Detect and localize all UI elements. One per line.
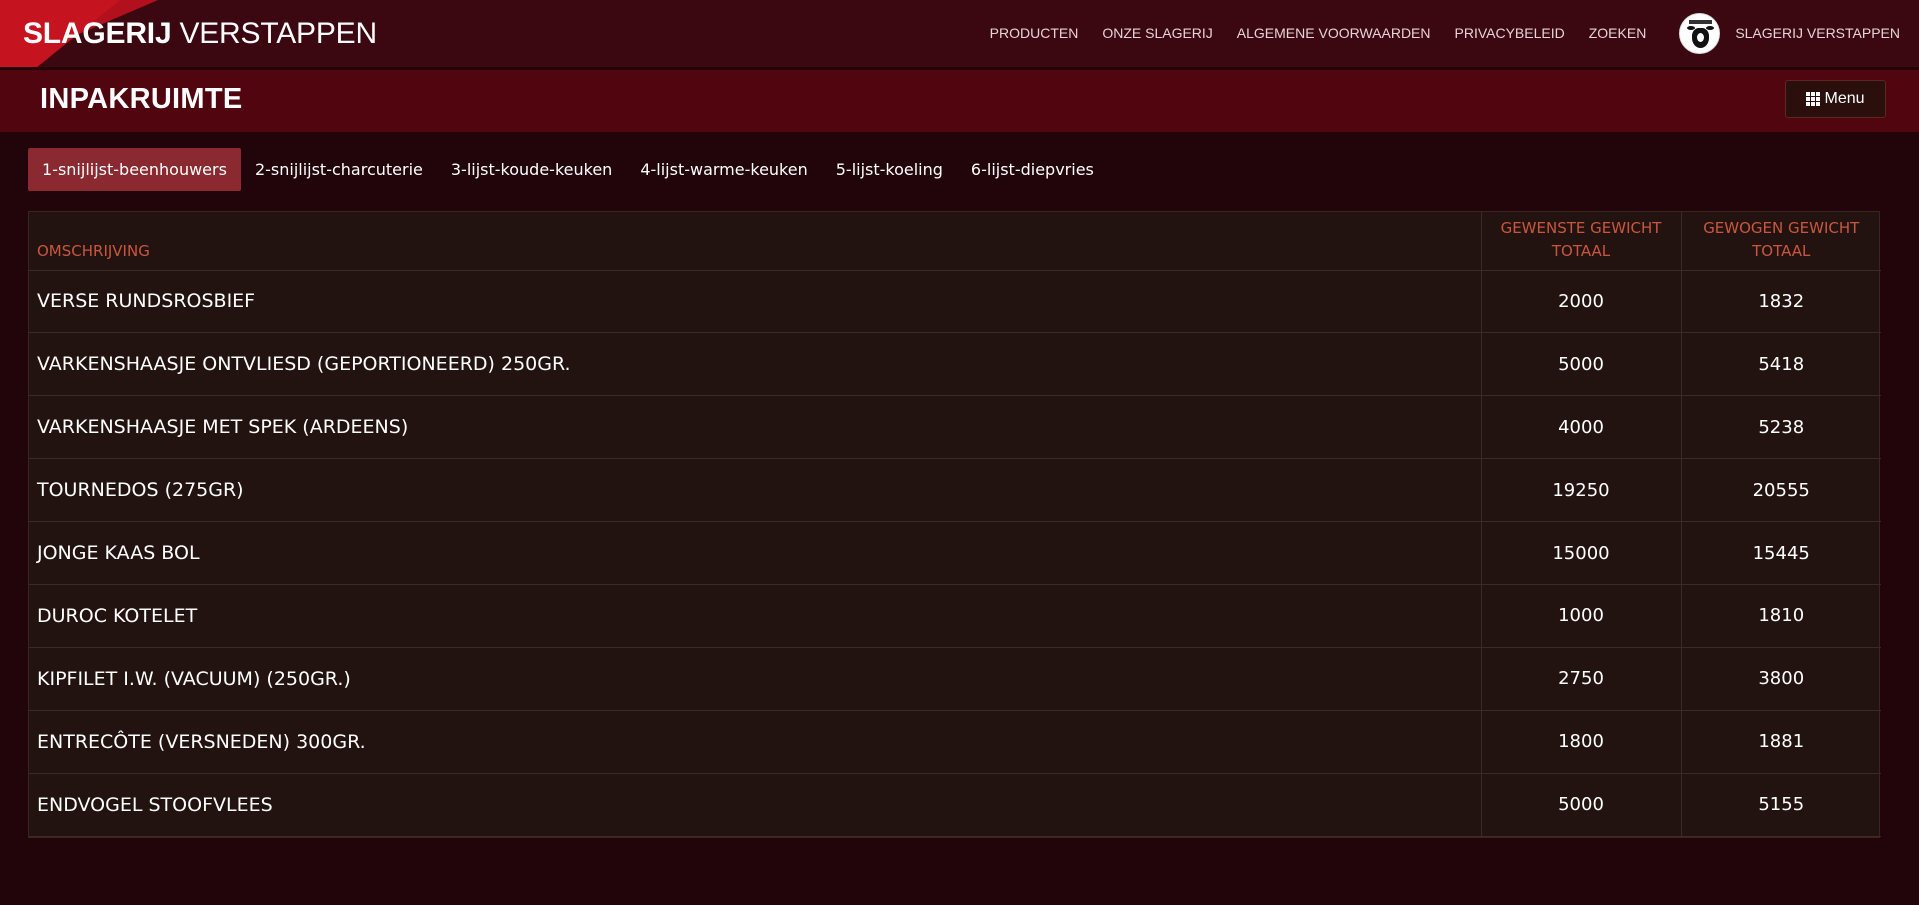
weights-table: OMSCHRIJVING GEWENSTE GEWICHT TOTAAL GEW…	[29, 212, 1881, 837]
table-row: JONGE KAAS BOL 15000 15445	[29, 521, 1881, 585]
cell-description: TOURNEDOS (275GR)	[29, 458, 1481, 523]
nav-link-onze-slagerij[interactable]: ONZE SLAGERIJ	[1102, 25, 1212, 41]
table-row: VARKENSHAASJE MET SPEK (ARDEENS) 4000 52…	[29, 395, 1881, 460]
list-tabs: 1-snijlijst-beenhouwers 2-snijlijst-char…	[28, 148, 1108, 191]
cell-desired-weight: 2000	[1480, 270, 1681, 334]
table-row: ENTRECÔTE (VERSNEDEN) 300GR. 1800 1881	[29, 710, 1881, 774]
cell-weighed-weight: 5155	[1680, 773, 1881, 837]
brand-name-strong: SLAGERIJ	[23, 17, 172, 50]
top-navbar: SLAGERIJ VERSTAPPEN PRODUCTEN ONZE SLAGE…	[0, 0, 1919, 68]
nav-link-zoeken[interactable]: ZOEKEN	[1589, 25, 1647, 41]
cell-desired-weight: 19250	[1480, 458, 1681, 523]
table-row: ENDVOGEL STOOFVLEES 5000 5155	[29, 773, 1881, 837]
header-gewenste-gewicht[interactable]: GEWENSTE GEWICHT TOTAAL	[1480, 212, 1681, 271]
cell-weighed-weight: 1832	[1680, 270, 1881, 334]
header-omschrijving[interactable]: OMSCHRIJVING	[29, 212, 1481, 271]
table-row: TOURNEDOS (275GR) 19250 20555	[29, 458, 1881, 523]
table-row: VERSE RUNDSROSBIEF 2000 1832	[29, 270, 1881, 334]
cell-weighed-weight: 1810	[1680, 584, 1881, 648]
table-row: VARKENSHAASJE ONTVLIESD (GEPORTIONEERD) …	[29, 332, 1881, 397]
cell-description: DUROC KOTELET	[29, 584, 1481, 648]
page-title: INPAKRUIMTE	[40, 83, 243, 115]
tab-snijlijst-beenhouwers[interactable]: 1-snijlijst-beenhouwers	[28, 148, 241, 191]
cell-desired-weight: 15000	[1480, 521, 1681, 585]
table-row: KIPFILET I.W. (VACUUM) (250GR.) 2750 380…	[29, 647, 1881, 711]
menu-button[interactable]: Menu	[1785, 80, 1886, 118]
tab-lijst-koude-keuken[interactable]: 3-lijst-koude-keuken	[437, 148, 626, 191]
tab-lijst-warme-keuken[interactable]: 4-lijst-warme-keuken	[626, 148, 821, 191]
menu-button-label: Menu	[1824, 90, 1865, 107]
cell-description: KIPFILET I.W. (VACUUM) (250GR.)	[29, 647, 1481, 711]
tab-snijlijst-charcuterie[interactable]: 2-snijlijst-charcuterie	[241, 148, 437, 191]
header-gewogen-gewicht[interactable]: GEWOGEN GEWICHT TOTAAL	[1680, 212, 1881, 271]
grid-icon	[1806, 92, 1821, 106]
user-menu[interactable]: SLAGERIJ VERSTAPPEN	[1679, 12, 1900, 54]
brand-name-light: VERSTAPPEN	[179, 17, 377, 50]
cell-description: ENTRECÔTE (VERSNEDEN) 300GR.	[29, 710, 1481, 774]
cell-desired-weight: 5000	[1480, 773, 1681, 837]
table-row: DUROC KOTELET 1000 1810	[29, 584, 1881, 648]
cell-desired-weight: 5000	[1480, 332, 1681, 397]
cell-weighed-weight: 15445	[1680, 521, 1881, 585]
cell-weighed-weight: 20555	[1680, 458, 1881, 523]
nav-link-producten[interactable]: PRODUCTEN	[990, 25, 1079, 41]
nav-link-algemene-voorwaarden[interactable]: ALGEMENE VOORWAARDEN	[1237, 25, 1431, 41]
cell-weighed-weight: 5418	[1680, 332, 1881, 397]
cell-desired-weight: 2750	[1480, 647, 1681, 711]
tab-lijst-diepvries[interactable]: 6-lijst-diepvries	[957, 148, 1108, 191]
cell-description: VERSE RUNDSROSBIEF	[29, 270, 1481, 334]
cell-description: VARKENSHAASJE MET SPEK (ARDEENS)	[29, 395, 1481, 460]
cow-logo-icon	[1679, 12, 1721, 54]
nav-link-privacybeleid[interactable]: PRIVACYBELEID	[1455, 25, 1565, 41]
cell-description: JONGE KAAS BOL	[29, 521, 1481, 585]
user-name: SLAGERIJ VERSTAPPEN	[1735, 25, 1900, 41]
nav-links: PRODUCTEN ONZE SLAGERIJ ALGEMENE VOORWAA…	[990, 0, 1919, 66]
page-header: INPAKRUIMTE Menu	[0, 70, 1919, 132]
cell-desired-weight: 4000	[1480, 395, 1681, 460]
cell-desired-weight: 1000	[1480, 584, 1681, 648]
table-header-row: OMSCHRIJVING GEWENSTE GEWICHT TOTAAL GEW…	[29, 212, 1881, 271]
cell-weighed-weight: 5238	[1680, 395, 1881, 460]
tab-lijst-koeling[interactable]: 5-lijst-koeling	[822, 148, 957, 191]
weights-table-container: OMSCHRIJVING GEWENSTE GEWICHT TOTAAL GEW…	[28, 211, 1881, 838]
brand-logo-link[interactable]: SLAGERIJ VERSTAPPEN	[23, 14, 377, 54]
cell-description: ENDVOGEL STOOFVLEES	[29, 773, 1481, 837]
cell-weighed-weight: 3800	[1680, 647, 1881, 711]
cell-weighed-weight: 1881	[1680, 710, 1881, 774]
cell-desired-weight: 1800	[1480, 710, 1681, 774]
cell-description: VARKENSHAASJE ONTVLIESD (GEPORTIONEERD) …	[29, 332, 1481, 397]
